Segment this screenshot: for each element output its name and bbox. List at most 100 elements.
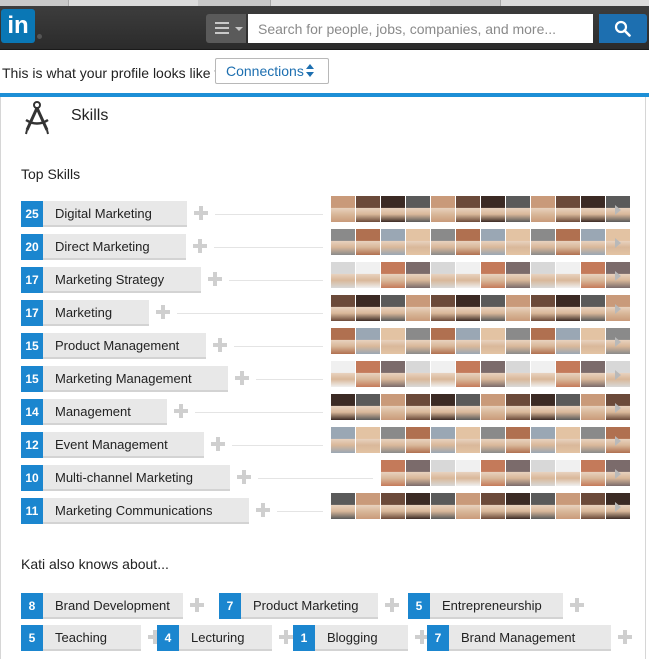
avatar[interactable] (331, 493, 355, 519)
chevron-right-icon[interactable] (615, 469, 621, 479)
avatar[interactable] (556, 196, 580, 222)
avatar[interactable] (431, 427, 455, 453)
skill-name[interactable]: Lecturing (179, 625, 272, 651)
avatar[interactable] (381, 460, 405, 486)
avatar[interactable] (356, 361, 380, 387)
avatar[interactable] (531, 460, 555, 486)
endorse-plus-icon[interactable] (192, 238, 208, 254)
avatar[interactable] (456, 229, 480, 255)
endorsement-count[interactable]: 7 (219, 593, 241, 619)
chevron-right-icon[interactable] (615, 436, 621, 446)
avatar[interactable] (356, 394, 380, 420)
avatar[interactable] (506, 394, 530, 420)
avatar[interactable] (406, 394, 430, 420)
avatar[interactable] (556, 427, 580, 453)
avatar[interactable] (481, 328, 505, 354)
search-input[interactable] (248, 14, 593, 43)
avatar[interactable] (406, 196, 430, 222)
avatar[interactable] (406, 262, 430, 288)
endorsement-count[interactable]: 5 (21, 625, 43, 651)
avatar[interactable] (431, 394, 455, 420)
avatar[interactable] (431, 460, 455, 486)
endorsement-count[interactable]: 4 (157, 625, 179, 651)
avatar[interactable] (331, 196, 355, 222)
skill-name[interactable]: Multi-channel Marketing (43, 465, 230, 491)
skill-name[interactable]: Marketing (43, 300, 149, 326)
avatar[interactable] (331, 229, 355, 255)
avatar[interactable] (406, 328, 430, 354)
avatar[interactable] (381, 196, 405, 222)
avatar[interactable] (531, 229, 555, 255)
avatar[interactable] (456, 493, 480, 519)
avatar[interactable] (356, 196, 380, 222)
skill-name[interactable]: Brand Development (43, 593, 183, 619)
skill-name[interactable]: Event Management (43, 432, 204, 458)
avatar[interactable] (506, 460, 530, 486)
endorsement-count[interactable]: 7 (427, 625, 449, 651)
avatar[interactable] (331, 262, 355, 288)
skill-name[interactable]: Entrepreneurship (430, 593, 563, 619)
avatar[interactable] (481, 196, 505, 222)
avatar[interactable] (531, 196, 555, 222)
avatar[interactable] (381, 295, 405, 321)
avatar[interactable] (456, 361, 480, 387)
endorse-plus-icon[interactable] (569, 597, 585, 613)
endorsement-count[interactable]: 14 (21, 399, 43, 425)
skill-name[interactable]: Product Management (43, 333, 206, 359)
avatar[interactable] (556, 460, 580, 486)
avatar[interactable] (356, 427, 380, 453)
avatar[interactable] (581, 295, 605, 321)
endorse-plus-icon[interactable] (384, 597, 400, 613)
avatar[interactable] (406, 427, 430, 453)
avatar[interactable] (506, 196, 530, 222)
skill-name[interactable]: Digital Marketing (43, 201, 187, 227)
avatar[interactable] (556, 229, 580, 255)
avatar[interactable] (431, 295, 455, 321)
endorse-plus-icon[interactable] (155, 304, 171, 320)
avatar[interactable] (481, 295, 505, 321)
profile-view-select[interactable]: Connections (215, 58, 329, 84)
skill-name[interactable]: Product Marketing (241, 593, 378, 619)
search-button[interactable] (599, 14, 647, 43)
endorse-plus-icon[interactable] (189, 597, 205, 613)
avatar[interactable] (531, 361, 555, 387)
endorsement-count[interactable]: 25 (21, 201, 43, 227)
avatar[interactable] (531, 394, 555, 420)
endorsement-count[interactable]: 17 (21, 300, 43, 326)
endorse-plus-icon[interactable] (234, 370, 250, 386)
chevron-right-icon[interactable] (615, 304, 621, 314)
skill-name[interactable]: Blogging (315, 625, 408, 651)
avatar[interactable] (331, 427, 355, 453)
avatar[interactable] (481, 394, 505, 420)
avatar[interactable] (406, 460, 430, 486)
avatar[interactable] (381, 427, 405, 453)
avatar[interactable] (356, 229, 380, 255)
avatar[interactable] (531, 427, 555, 453)
avatar[interactable] (431, 493, 455, 519)
avatar[interactable] (481, 361, 505, 387)
endorsement-count[interactable]: 1 (293, 625, 315, 651)
endorse-plus-icon[interactable] (236, 469, 252, 485)
avatar[interactable] (506, 361, 530, 387)
endorse-plus-icon[interactable] (212, 337, 228, 353)
avatar[interactable] (431, 262, 455, 288)
chevron-right-icon[interactable] (615, 238, 621, 248)
avatar[interactable] (481, 229, 505, 255)
avatar[interactable] (506, 229, 530, 255)
avatar[interactable] (431, 361, 455, 387)
endorsement-count[interactable]: 15 (21, 366, 43, 392)
skill-name[interactable]: Brand Management (449, 625, 611, 651)
avatar[interactable] (456, 460, 480, 486)
avatar[interactable] (456, 262, 480, 288)
endorsement-count[interactable]: 15 (21, 333, 43, 359)
avatar[interactable] (431, 328, 455, 354)
chevron-right-icon[interactable] (615, 271, 621, 281)
skill-name[interactable]: Management (43, 399, 167, 425)
endorsement-count[interactable]: 12 (21, 432, 43, 458)
avatar[interactable] (356, 493, 380, 519)
endorse-plus-icon[interactable] (207, 271, 223, 287)
skill-name[interactable]: Teaching (43, 625, 141, 651)
avatar[interactable] (531, 328, 555, 354)
avatar[interactable] (381, 262, 405, 288)
skill-name[interactable]: Marketing Communications (43, 498, 249, 524)
